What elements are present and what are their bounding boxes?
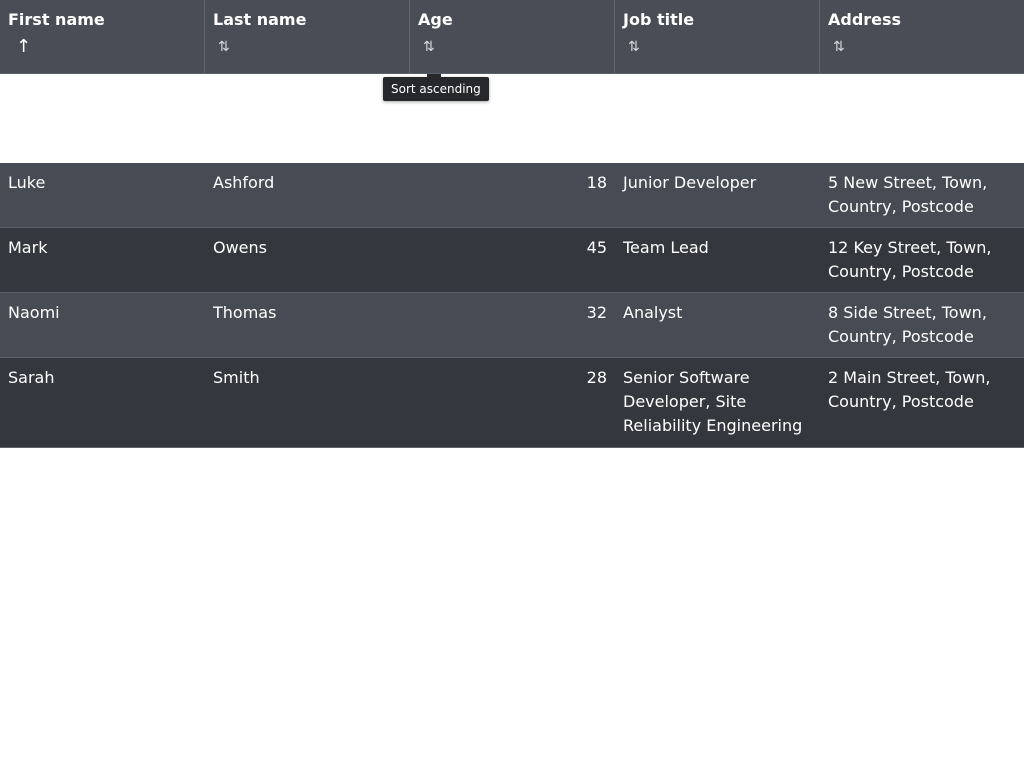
cell-address: 12 Key Street, Town, Country, Postcode: [828, 238, 992, 281]
sort-ascending-icon[interactable]: ↑: [16, 36, 38, 58]
cell-job-title: Analyst: [623, 303, 683, 322]
cell-first-name: Mark: [8, 238, 48, 257]
sort-icon[interactable]: ⇅: [218, 36, 240, 58]
table-row: Luke Ashford 18 Junior Developer 5 New S…: [0, 163, 1024, 228]
cell-job-title: Team Lead: [623, 238, 709, 257]
cell-age: 28: [586, 368, 607, 387]
column-label: Job title: [623, 10, 695, 29]
cell-first-name: Sarah: [8, 368, 55, 387]
column-label: Last name: [213, 10, 307, 29]
cell-last-name: Thomas: [213, 303, 277, 322]
table-row: Mark Owens 45 Team Lead 12 Key Street, T…: [0, 228, 1024, 293]
cell-last-name: Owens: [213, 238, 267, 257]
cell-address: 2 Main Street, Town, Country, Postcode: [828, 368, 991, 411]
sort-icon[interactable]: ⇅: [833, 36, 855, 58]
column-label: Age: [418, 10, 453, 29]
sort-tooltip: Sort ascending: [383, 74, 489, 101]
column-label: Address: [828, 10, 902, 29]
sort-icon[interactable]: ⇅: [423, 36, 445, 58]
cell-last-name: Smith: [213, 368, 260, 387]
column-header-job-title: Job title ⇅: [615, 0, 820, 73]
column-header-address: Address ⇅: [820, 0, 1024, 73]
table-row: Sarah Smith 28 Senior Software Developer…: [0, 358, 1024, 448]
cell-first-name: Naomi: [8, 303, 60, 322]
data-table: First name ↑ Last name ⇅ Age ⇅ Job title…: [0, 0, 1024, 448]
table-header: First name ↑ Last name ⇅ Age ⇅ Job title…: [0, 0, 1024, 74]
column-label: First name: [8, 10, 105, 29]
column-header-last-name: Last name ⇅: [205, 0, 410, 73]
column-header-age: Age ⇅: [410, 0, 615, 73]
cell-first-name: Luke: [8, 173, 46, 192]
table-spacer: [0, 74, 1024, 163]
cell-age: 32: [586, 303, 607, 322]
cell-address: 5 New Street, Town, Country, Postcode: [828, 173, 988, 216]
cell-address: 8 Side Street, Town, Country, Postcode: [828, 303, 987, 346]
cell-job-title: Senior Software Developer, Site Reliabil…: [623, 368, 803, 435]
cell-job-title: Junior Developer: [623, 173, 757, 192]
cell-age: 45: [586, 238, 607, 257]
cell-age: 18: [586, 173, 607, 192]
table-row: Naomi Thomas 32 Analyst 8 Side Street, T…: [0, 293, 1024, 358]
sort-icon[interactable]: ⇅: [628, 36, 650, 58]
column-header-first-name: First name ↑: [0, 0, 205, 73]
cell-last-name: Ashford: [213, 173, 275, 192]
